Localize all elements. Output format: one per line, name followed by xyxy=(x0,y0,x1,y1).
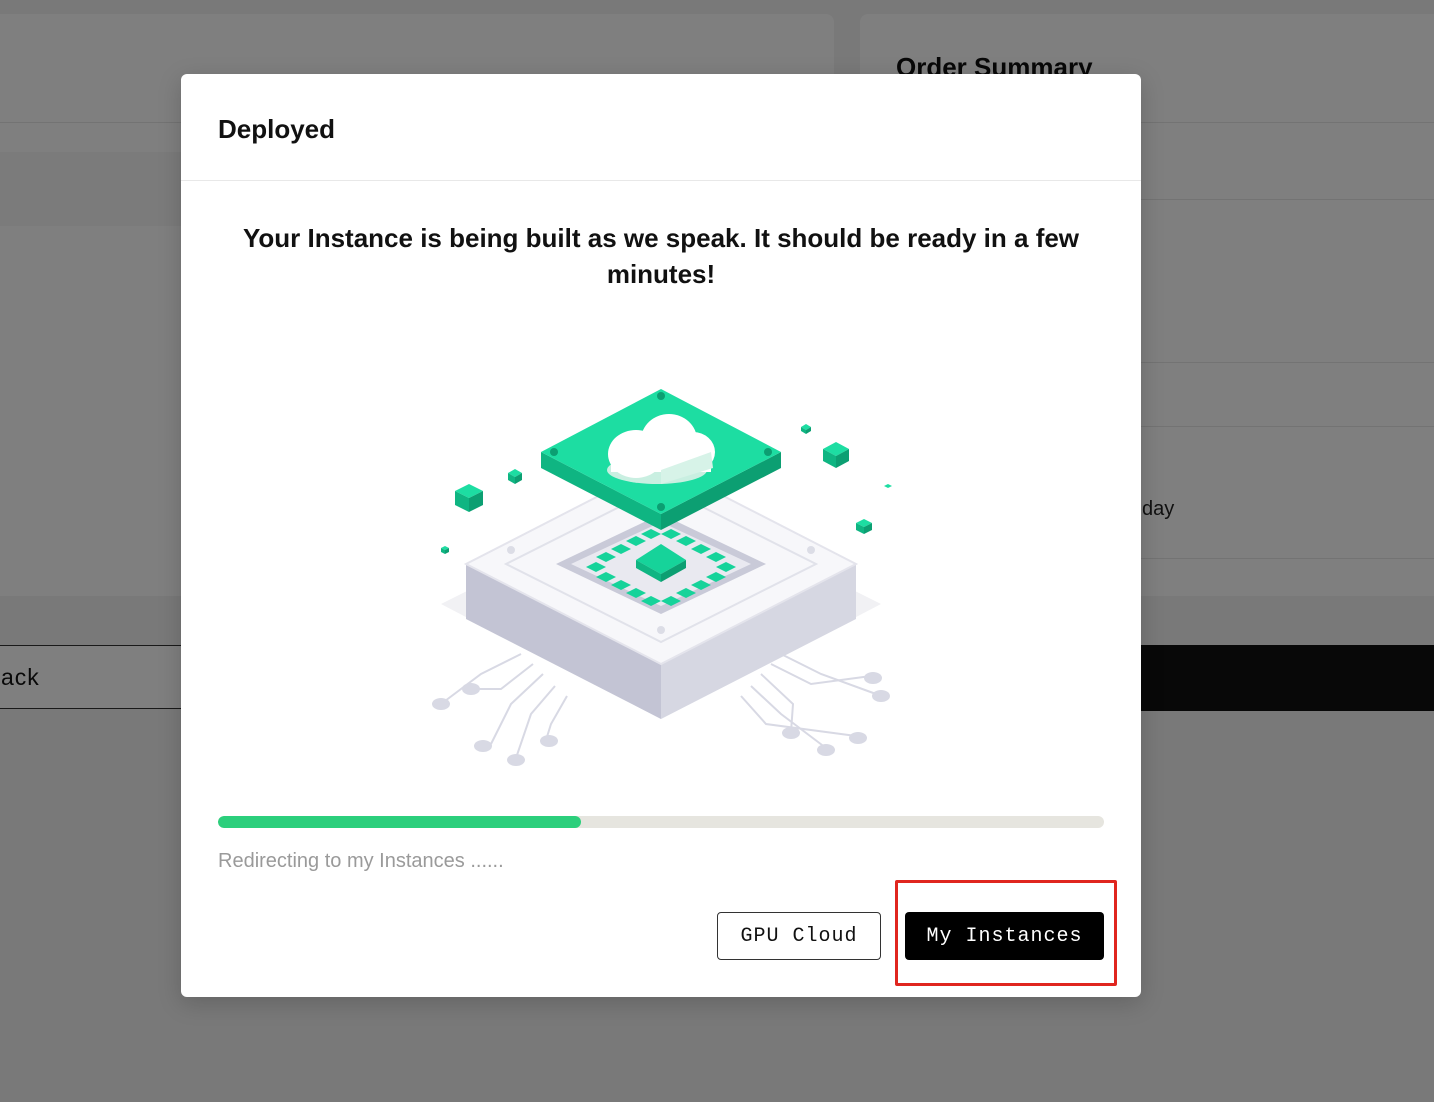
deployment-message: Your Instance is being built as we speak… xyxy=(242,223,1080,289)
progress-bar xyxy=(218,816,1104,828)
deployed-modal: Deployed Your Instance is being built as… xyxy=(181,74,1141,997)
modal-title: Deployed xyxy=(218,114,336,144)
cloud-server-icon xyxy=(421,374,901,774)
gpu-cloud-button[interactable]: GPU Cloud xyxy=(717,912,881,960)
modal-header: Deployed xyxy=(181,74,1141,181)
progress-bar-fill xyxy=(218,816,582,828)
redirect-status-text: Redirecting to my Instances ...... xyxy=(218,850,504,872)
my-instances-button[interactable]: My Instances xyxy=(905,912,1104,960)
